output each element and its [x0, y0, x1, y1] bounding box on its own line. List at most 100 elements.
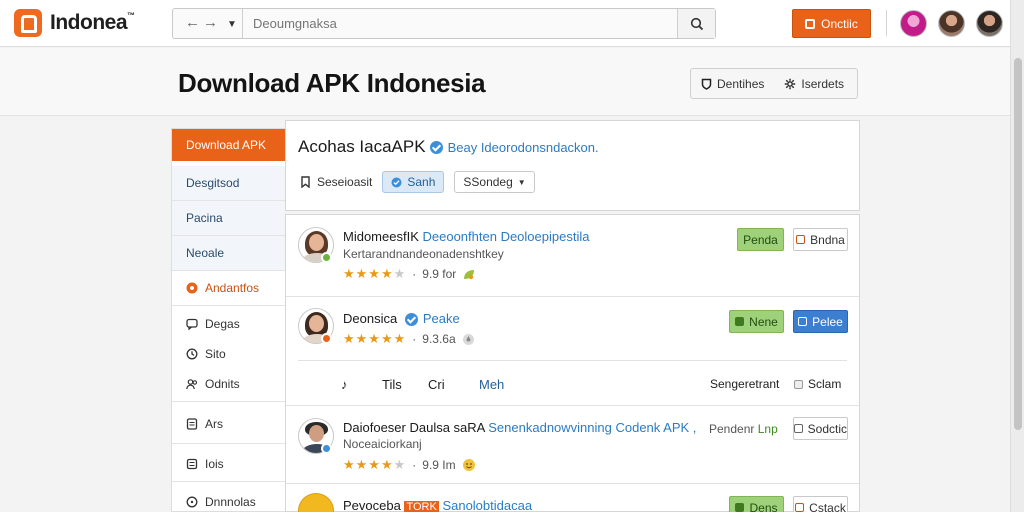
bookmark-icon — [301, 176, 310, 188]
online-badge-icon — [321, 252, 332, 263]
sidebar-item-odnits[interactable]: Odnits — [172, 367, 285, 401]
users-icon — [186, 379, 198, 390]
chevron-down-icon[interactable]: ▼ — [227, 19, 240, 30]
verified-badge-icon — [321, 443, 332, 454]
primary-action-button[interactable]: Penda — [737, 228, 784, 251]
list-icon — [186, 458, 198, 470]
divider — [172, 443, 285, 444]
divider — [172, 305, 285, 306]
star-rating-icon: ★★★★★ — [343, 457, 407, 472]
divider — [286, 405, 859, 406]
emoji-icon — [462, 459, 475, 471]
sidebar-item-desgitsod[interactable]: Desgitsod — [172, 166, 285, 200]
verified-icon — [429, 141, 443, 155]
avatar[interactable] — [900, 10, 927, 37]
sidebar-item-ars[interactable]: Ars — [172, 407, 285, 441]
secondary-action-button[interactable]: Sodctic — [793, 417, 848, 440]
forward-arrow-icon[interactable]: → — [203, 14, 221, 31]
search-icon — [690, 17, 703, 30]
app-rating: ★★★★★ · 9.9 for — [343, 266, 476, 282]
status-badge-icon — [321, 333, 332, 344]
app-note: Pendenr Lnp — [709, 422, 778, 436]
square-icon — [795, 503, 805, 512]
square-icon — [794, 379, 803, 389]
filter-subtitle[interactable]: Beay Ideorodonsndackon. — [448, 140, 599, 155]
app-list: MidomeesfIK Deeoonfhten Deoloepipestila … — [285, 214, 860, 512]
square-icon — [796, 235, 806, 244]
secondary-action-button[interactable]: Cstack — [793, 496, 848, 512]
scrollbar[interactable] — [1010, 0, 1024, 512]
filter-row: Seseioasit Sanh SSondeg ▼ — [300, 171, 535, 193]
tabs-right-label: Sengeretrant — [710, 377, 780, 391]
page-title: Download APK Indonesia — [178, 68, 486, 98]
filter-chip[interactable]: Sanh — [382, 171, 445, 193]
tabs-right-action[interactable]: Sclam — [794, 377, 841, 391]
star-rating-icon: ★★★★★ — [343, 331, 407, 346]
header-action-details[interactable]: Dentihes — [691, 77, 774, 91]
top-action-button[interactable]: Onctiic — [792, 9, 871, 38]
divider — [286, 296, 859, 297]
sidebar-item-neoale[interactable]: Neoale — [172, 236, 285, 270]
header-action-settings[interactable]: Iserdets — [774, 77, 854, 91]
info-icon — [186, 496, 198, 508]
clock-icon — [186, 348, 198, 360]
search-input[interactable] — [253, 9, 673, 38]
music-icon[interactable]: ♪ — [341, 377, 348, 392]
search-button[interactable] — [677, 9, 715, 38]
tab-meh[interactable]: Meh — [479, 377, 504, 392]
square-icon — [735, 317, 745, 326]
leaf-icon — [464, 269, 475, 279]
tab-tils[interactable]: Tils — [382, 377, 402, 392]
app-description: Noceaiciorkanj — [343, 437, 422, 451]
divider — [172, 401, 285, 402]
square-icon — [735, 503, 745, 512]
filter-select[interactable]: SSondeg ▼ — [454, 171, 535, 193]
sidebar-item-andantfos[interactable]: Andantfos — [172, 271, 285, 305]
sidebar-item-degas[interactable]: Degas — [172, 307, 285, 341]
app-name[interactable]: Deonsica Peake — [343, 311, 460, 327]
page-header: Download APK Indonesia Dentihes Iserdets — [0, 48, 1010, 116]
app-avatar — [298, 493, 334, 512]
scrollbar-thumb[interactable] — [1014, 58, 1022, 430]
logo-icon[interactable] — [14, 9, 42, 37]
tab-cri[interactable]: Cri — [428, 377, 445, 392]
history-nav[interactable]: ←→ ▼ — [173, 9, 243, 38]
logo-text[interactable]: Indonea™ — [50, 11, 135, 35]
divider — [172, 481, 285, 482]
sidebar-item-dnnnolas[interactable]: Dnnnolas — [172, 485, 285, 512]
sidebar-item-pacina[interactable]: Pacina — [172, 201, 285, 235]
sidebar: Download APK Desgitsod Pacina Neoale And… — [171, 128, 285, 512]
avatar[interactable] — [938, 10, 965, 37]
header-actions: Dentihes Iserdets — [690, 68, 858, 99]
filter-label: Seseioasit — [300, 175, 372, 189]
download-icon — [805, 18, 816, 29]
app-name[interactable]: Pevoceba TORK Sanolobtidacaa — [343, 498, 532, 512]
sidebar-item-sito[interactable]: Sito — [172, 337, 285, 371]
app-rating: ★★★★★ · 9.9 Im — [343, 457, 476, 473]
square-icon — [798, 317, 808, 326]
back-arrow-icon[interactable]: ← — [185, 14, 203, 31]
search-bar: ←→ ▼ — [172, 8, 716, 39]
divider — [886, 10, 887, 36]
record-icon — [186, 282, 198, 294]
gear-icon — [785, 78, 796, 89]
top-action-label: Onctiic — [821, 16, 858, 31]
shield-icon — [701, 78, 712, 90]
secondary-action-button[interactable]: Bndna — [793, 228, 848, 251]
app-name[interactable]: Daiofoeser Daulsa saRA Senenkadnowvinnin… — [343, 420, 696, 435]
filter-card: Acohas IacaAPK Beay Ideorodonsndackon. Se… — [285, 120, 860, 211]
primary-action-button[interactable]: Dens — [729, 496, 784, 512]
avatar[interactable] — [976, 10, 1003, 37]
filter-title: Acohas IacaAPK Beay Ideorodonsndackon. — [298, 137, 599, 156]
tabs-row: ♪ Tils Cri Meh Sengeretrant Sclam — [286, 361, 859, 407]
check-circle-icon — [391, 177, 402, 187]
top-bar: Indonea™ ←→ ▼ Onctiic — [0, 0, 1010, 47]
primary-action-button[interactable]: Nene — [729, 310, 784, 333]
divider — [286, 483, 859, 484]
app-name[interactable]: MidomeesfIK Deeoonfhten Deoloepipestila — [343, 229, 589, 244]
secondary-action-button[interactable]: Pelee — [793, 310, 848, 333]
sidebar-item-download-apk[interactable]: Download APK — [172, 129, 285, 161]
sidebar-item-iois[interactable]: Iois — [172, 447, 285, 481]
chat-icon — [186, 318, 198, 330]
chevron-down-icon: ▼ — [517, 177, 526, 187]
